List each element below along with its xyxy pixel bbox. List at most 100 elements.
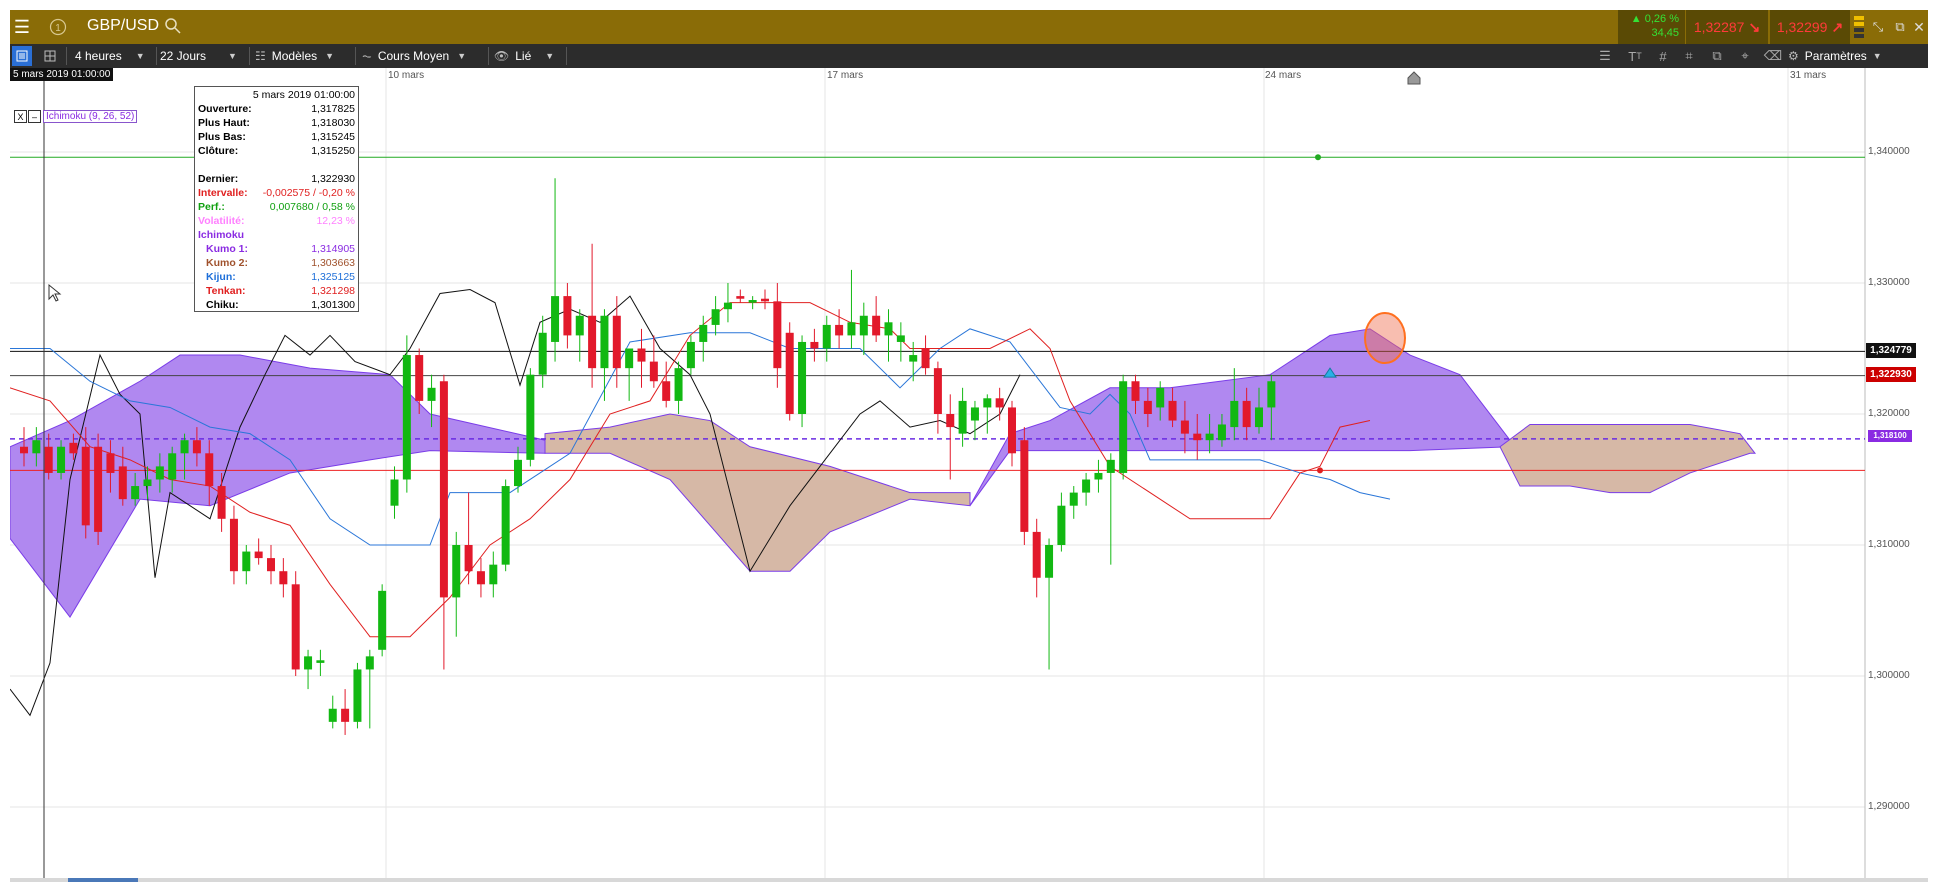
candle-body bbox=[415, 355, 424, 401]
eraser-icon[interactable]: ⌫ bbox=[1762, 46, 1784, 66]
candle-body bbox=[192, 440, 201, 454]
date-label-0: 10 mars bbox=[388, 70, 425, 81]
candle-body bbox=[229, 518, 238, 572]
list-view-icon[interactable] bbox=[12, 46, 32, 66]
tooltip-label: Chiku: bbox=[206, 299, 239, 311]
tooltip-value: -0,002575 / -0,20 % bbox=[262, 187, 355, 199]
indicator-close-button[interactable]: X bbox=[14, 110, 27, 123]
candle-body bbox=[1082, 479, 1091, 493]
candle-body bbox=[600, 315, 609, 369]
candle-body bbox=[328, 708, 337, 722]
candle-body bbox=[1156, 387, 1165, 408]
tooltip-label: Dernier: bbox=[198, 173, 239, 185]
perf-points: 34,45 bbox=[1651, 27, 1679, 39]
buy-button[interactable]: 1,32299 ↗ bbox=[1770, 10, 1850, 44]
candle-body bbox=[1119, 381, 1128, 473]
templates-menu[interactable]: ☷ Modèles ▼ bbox=[255, 44, 351, 68]
price-tag-purple: 1,318100 bbox=[1868, 430, 1912, 442]
candle-body bbox=[291, 584, 300, 670]
chart-type-label: Cours Moyen bbox=[377, 49, 450, 63]
candle-body bbox=[1045, 545, 1054, 578]
grid-view-icon[interactable] bbox=[44, 44, 60, 68]
date-label-2: 24 mars bbox=[1265, 70, 1302, 81]
tooltip-rows-ohlc: Ouverture: 1,317825 Plus Haut: 1,318030 Plus… bbox=[198, 102, 355, 158]
legend-icon[interactable]: ☰ bbox=[1594, 46, 1616, 66]
settings-button[interactable]: ⚙ Paramètres ▼ bbox=[1788, 44, 1918, 68]
candle-body bbox=[983, 398, 992, 408]
tooltip-label: Plus Haut: bbox=[198, 117, 250, 129]
sell-price: 1,32287 bbox=[1693, 19, 1745, 35]
cursor-icon bbox=[48, 283, 62, 302]
popout-icon[interactable]: ⧉ bbox=[1890, 10, 1910, 44]
tooltip-label: Volatilité: bbox=[198, 215, 245, 227]
price-label-5: 1,290000 bbox=[1868, 801, 1910, 812]
candle-body bbox=[1205, 433, 1214, 441]
candle-body bbox=[378, 590, 387, 650]
candle-body bbox=[1057, 505, 1066, 545]
chevron-down-icon: ▼ bbox=[545, 51, 555, 61]
candle-body bbox=[588, 315, 597, 369]
indicator-minimize-button[interactable]: – bbox=[28, 110, 41, 123]
separator bbox=[488, 47, 489, 65]
arrow-down-icon: ↘ bbox=[1748, 18, 1761, 35]
sell-button[interactable]: 1,32287 ↘ bbox=[1686, 10, 1768, 44]
price-tag-kijun: 1,324779 bbox=[1866, 343, 1916, 358]
candle-body bbox=[798, 341, 807, 414]
candle-body bbox=[946, 414, 955, 428]
tooltip-row: Kumo 2: 1,303663 bbox=[198, 256, 355, 270]
crosshair-icon[interactable]: ⌖ bbox=[1734, 46, 1756, 66]
candle-body bbox=[353, 669, 362, 722]
close-icon[interactable]: ✕ bbox=[1910, 10, 1928, 44]
candle-body bbox=[1168, 400, 1177, 421]
tooltip-value: 1,317825 bbox=[311, 103, 355, 115]
tooltip-value: 1,301300 bbox=[311, 299, 355, 311]
chevron-down-icon: ▼ bbox=[457, 51, 467, 61]
menu-icon[interactable]: ☰ bbox=[10, 10, 34, 44]
tooltip-value: 1,325125 bbox=[311, 271, 355, 283]
candle-body bbox=[514, 459, 522, 487]
range-select[interactable]: 22 Jours ▼ bbox=[160, 44, 250, 68]
indicator-label[interactable]: Ichimoku (9, 26, 52) bbox=[43, 110, 138, 123]
chevron-down-icon: ▼ bbox=[1872, 51, 1882, 61]
layers-icon[interactable]: ⧉ bbox=[1706, 46, 1728, 66]
info-icon[interactable]: 1 bbox=[46, 10, 70, 44]
tooltip-value: 1,314905 bbox=[311, 243, 355, 255]
text-size-icon[interactable]: TT bbox=[1624, 46, 1646, 66]
tooltip-row: Kijun: 1,325125 bbox=[198, 270, 355, 284]
collapse-icon[interactable]: ⤡ bbox=[1868, 10, 1888, 44]
candle-body bbox=[489, 564, 498, 585]
symbol-label[interactable]: GBP/USD bbox=[87, 17, 159, 35]
candle-body bbox=[637, 348, 646, 362]
chart-type-select[interactable]: ⏦ Cours Moyen ▼ bbox=[362, 44, 487, 68]
kumo-cloud-bearish bbox=[969, 328, 1511, 506]
chart-toolbar: 4 heures ▼ 22 Jours ▼ ☷ Modèles ▼ ⏦ Cour… bbox=[10, 44, 1928, 68]
tooltip-label: Kumo 2: bbox=[206, 257, 248, 269]
tooltip-rows-indicators: Dernier: 1,322930 Intervalle: -0,002575 / -… bbox=[198, 172, 355, 312]
tooltip-row: Tenkan: 1,321298 bbox=[198, 284, 355, 298]
tooltip-label: Perf.: bbox=[198, 201, 225, 213]
tooltip-label: Clôture: bbox=[198, 145, 239, 157]
horizontal-scrollbar[interactable] bbox=[10, 878, 1928, 882]
level-marker bbox=[1315, 154, 1321, 161]
candle-body bbox=[1020, 440, 1029, 532]
link-select[interactable]: 👁 Lié ▼ bbox=[494, 44, 564, 68]
kumo-cloud-bullish bbox=[544, 413, 971, 572]
grid-icon[interactable]: # bbox=[1652, 46, 1674, 66]
buy-price: 1,32299 bbox=[1776, 19, 1828, 35]
price-tag-last: 1,322930 bbox=[1866, 367, 1916, 382]
search-icon[interactable] bbox=[164, 17, 184, 37]
performance-box: ▲ 0,26 % 34,45 bbox=[1618, 10, 1685, 44]
candle-body bbox=[20, 446, 28, 454]
candle-body bbox=[835, 324, 844, 336]
candle-body bbox=[575, 315, 584, 336]
scrollbar-thumb[interactable] bbox=[68, 878, 138, 882]
period-select[interactable]: 4 heures ▼ bbox=[75, 44, 161, 68]
level-icon[interactable] bbox=[1852, 10, 1866, 44]
crosshair-grid-icon[interactable]: ⌗ bbox=[1678, 46, 1700, 66]
candle-body bbox=[304, 656, 313, 670]
candle-body bbox=[439, 381, 448, 598]
candle-body bbox=[155, 466, 164, 480]
candle-body bbox=[1008, 407, 1016, 454]
candle-body bbox=[921, 348, 930, 369]
candle-body bbox=[1217, 424, 1226, 441]
